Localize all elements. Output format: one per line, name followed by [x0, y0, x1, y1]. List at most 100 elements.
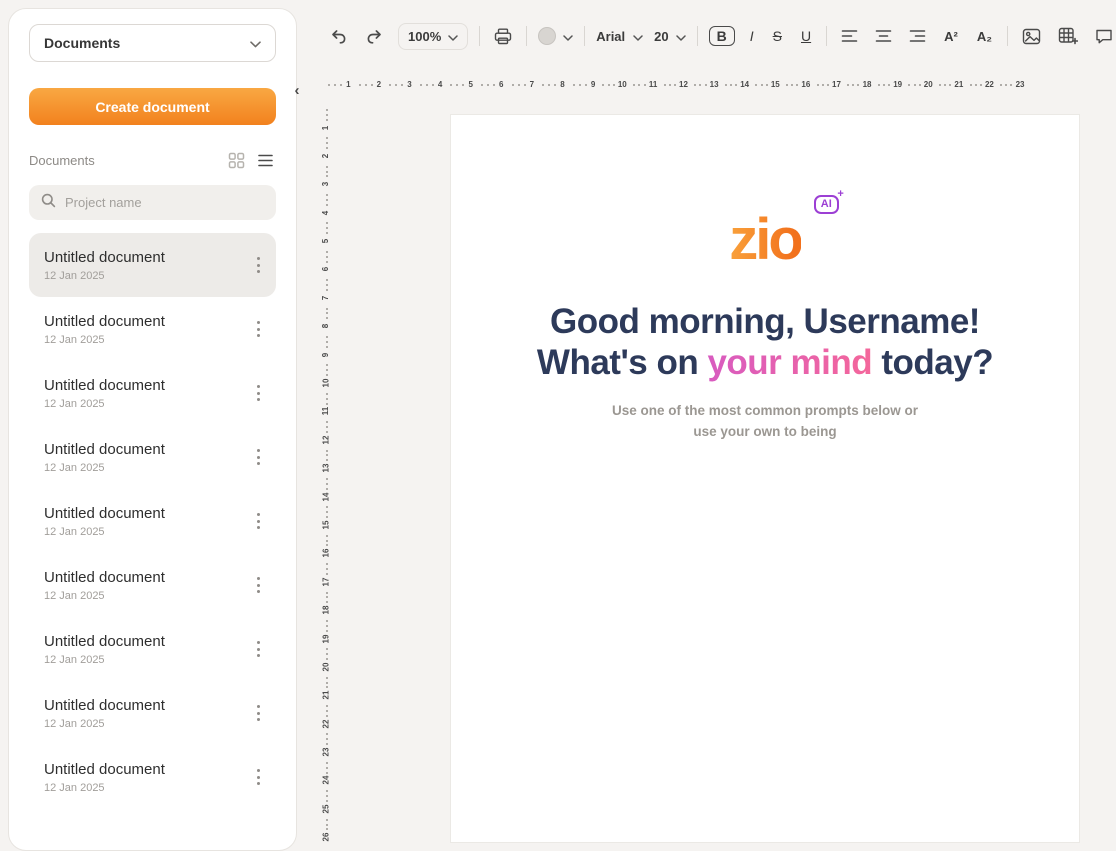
align-center-button[interactable]	[872, 26, 895, 46]
vertical-ruler-mark: 3	[320, 163, 333, 191]
kebab-menu-icon[interactable]	[251, 380, 266, 407]
toolbar-divider	[826, 26, 827, 46]
horizontal-ruler-mark: 1	[324, 78, 355, 91]
bold-button[interactable]: B	[709, 26, 735, 46]
document-text: Untitled document 12 Jan 2025	[44, 249, 165, 282]
kebab-menu-icon[interactable]	[251, 636, 266, 663]
align-left-button[interactable]	[838, 26, 861, 46]
insert-image-button[interactable]	[1019, 25, 1044, 48]
subtitle-line1: Use one of the most common prompts below…	[451, 401, 1079, 422]
document-text: Untitled document 12 Jan 2025	[44, 441, 165, 474]
chevron-down-icon	[676, 29, 686, 44]
toolbar-divider	[479, 26, 480, 46]
sidebar-collapse-button[interactable]: ‹	[289, 80, 305, 100]
italic-button[interactable]: I	[746, 26, 758, 46]
document-list-item[interactable]: Untitled document 12 Jan 2025	[29, 553, 276, 617]
redo-button[interactable]	[362, 25, 387, 48]
greeting-line2: What's on your mind today?	[451, 342, 1079, 383]
document-page[interactable]: zio AI + Good morning, Username! What's …	[450, 114, 1080, 843]
vertical-ruler-mark: 17	[320, 560, 333, 588]
vertical-ruler-mark: 12	[320, 418, 333, 446]
vertical-ruler-mark: 21	[320, 674, 333, 702]
horizontal-ruler-mark: 3	[385, 78, 416, 91]
vertical-ruler-mark: 24	[320, 759, 333, 787]
document-date: 12 Jan 2025	[44, 718, 165, 730]
superscript-button[interactable]: A²	[940, 27, 962, 46]
font-family-dropdown[interactable]: Arial	[596, 29, 643, 44]
undo-button[interactable]	[326, 25, 351, 48]
horizontal-ruler[interactable]: 1234567891011121314151617181920212223	[324, 78, 1030, 91]
search-input-wrapper	[29, 185, 276, 220]
align-right-button[interactable]	[906, 26, 929, 46]
vertical-ruler-mark: 8	[320, 305, 333, 333]
subscript-button[interactable]: A₂	[973, 27, 996, 46]
chevron-down-icon	[448, 29, 458, 44]
chevron-down-icon	[563, 29, 573, 44]
kebab-menu-icon[interactable]	[251, 508, 266, 535]
toolbar-divider	[697, 26, 698, 46]
toolbar-divider	[526, 26, 527, 46]
toolbar-divider	[584, 26, 585, 46]
ai-badge-icon: AI +	[814, 195, 839, 214]
create-document-button[interactable]: Create document	[29, 88, 276, 125]
document-title: Untitled document	[44, 569, 165, 586]
document-list-item[interactable]: Untitled document 12 Jan 2025	[29, 425, 276, 489]
zio-logo-text: zio	[729, 207, 801, 272]
horizontal-ruler-mark: 20	[905, 78, 936, 91]
vertical-ruler-mark: 16	[320, 532, 333, 560]
ai-badge-plus: +	[837, 189, 843, 200]
document-text: Untitled document 12 Jan 2025	[44, 505, 165, 538]
toolbar-divider	[1007, 26, 1008, 46]
vertical-ruler[interactable]: 1234567891011121314151617181920212223242…	[320, 106, 333, 843]
underline-button[interactable]: U	[797, 26, 815, 46]
vertical-ruler-mark: 6	[320, 248, 333, 276]
document-title: Untitled document	[44, 505, 165, 522]
document-list-item[interactable]: Untitled document 12 Jan 2025	[29, 489, 276, 553]
horizontal-ruler-mark: 14	[722, 78, 753, 91]
document-list-item[interactable]: Untitled document 12 Jan 2025	[29, 361, 276, 425]
zoom-dropdown[interactable]: 100%	[398, 23, 468, 50]
comment-icon[interactable]	[1092, 25, 1116, 47]
kebab-menu-icon[interactable]	[251, 316, 266, 343]
grid-view-icon[interactable]	[226, 150, 247, 171]
strikethrough-button[interactable]: S	[769, 26, 786, 46]
kebab-menu-icon[interactable]	[251, 252, 266, 279]
document-title: Untitled document	[44, 633, 165, 650]
horizontal-ruler-mark: 21	[936, 78, 967, 91]
font-size-dropdown[interactable]: 20	[654, 29, 685, 44]
print-button[interactable]	[491, 25, 515, 48]
kebab-menu-icon[interactable]	[251, 572, 266, 599]
document-list: Untitled document 12 Jan 2025 Untitled d…	[29, 233, 276, 809]
font-family-value: Arial	[596, 29, 625, 44]
document-list-item[interactable]: Untitled document 12 Jan 2025	[29, 233, 276, 297]
horizontal-ruler-mark: 4	[416, 78, 447, 91]
vertical-ruler-mark: 23	[320, 731, 333, 759]
vertical-ruler-mark: 22	[320, 702, 333, 730]
list-view-icon[interactable]	[255, 151, 276, 170]
document-list-item[interactable]: Untitled document 12 Jan 2025	[29, 745, 276, 809]
zio-logo: zio AI +	[729, 211, 801, 269]
greeting-subtitle: Use one of the most common prompts below…	[451, 401, 1079, 443]
document-list-item[interactable]: Untitled document 12 Jan 2025	[29, 617, 276, 681]
horizontal-ruler-mark: 19	[875, 78, 906, 91]
document-date: 12 Jan 2025	[44, 782, 165, 794]
greeting-highlight: your mind	[707, 343, 872, 382]
document-title: Untitled document	[44, 249, 165, 266]
document-list-item[interactable]: Untitled document 12 Jan 2025	[29, 297, 276, 361]
document-date: 12 Jan 2025	[44, 590, 165, 602]
document-title: Untitled document	[44, 761, 165, 778]
kebab-menu-icon[interactable]	[251, 444, 266, 471]
horizontal-ruler-mark: 22	[966, 78, 997, 91]
search-input[interactable]	[65, 195, 264, 210]
text-color-dropdown[interactable]	[538, 27, 573, 45]
vertical-ruler-mark: 25	[320, 787, 333, 815]
horizontal-ruler-mark: 5	[446, 78, 477, 91]
kebab-menu-icon[interactable]	[251, 700, 266, 727]
kebab-menu-icon[interactable]	[251, 764, 266, 791]
documents-dropdown[interactable]: Documents	[29, 24, 276, 62]
document-list-item[interactable]: Untitled document 12 Jan 2025	[29, 681, 276, 745]
subtitle-line2: use your own to being	[451, 422, 1079, 443]
insert-table-button[interactable]	[1055, 24, 1081, 48]
greeting-line1: Good morning, Username!	[451, 301, 1079, 342]
vertical-ruler-mark: 1	[320, 106, 333, 134]
